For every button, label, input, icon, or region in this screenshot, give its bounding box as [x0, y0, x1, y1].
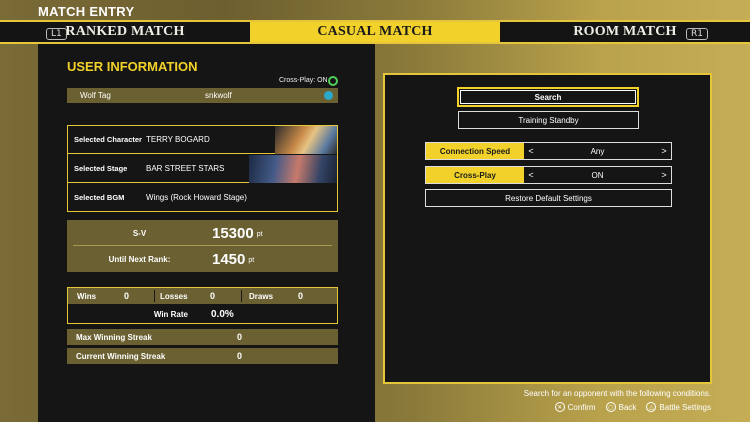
losses-cell: Losses 0 [155, 288, 241, 304]
section-title: USER INFORMATION [67, 59, 198, 74]
next-rank-row: Until Next Rank: 1450 pt [67, 246, 338, 272]
crossplay-option[interactable]: Cross-Play < ON > [425, 166, 672, 184]
back-hint[interactable]: ○ Back [605, 402, 637, 412]
cross-button-icon: ✕ [554, 402, 565, 412]
crossplay-option-label: Cross-Play [426, 167, 524, 183]
selected-bgm-value: Wings (Rock Howard Stage) [146, 192, 247, 202]
selected-stage-row: Selected Stage BAR STREET STARS [68, 155, 337, 183]
selection-box: Selected Character TERRY BOGARD Selected… [67, 125, 338, 212]
arrow-right-icon[interactable]: > [657, 146, 671, 156]
max-streak-value: 0 [237, 332, 243, 342]
battle-settings-label: Battle Settings [659, 402, 711, 412]
l1-button-icon[interactable]: L1 [46, 28, 67, 40]
r1-button-icon[interactable]: R1 [686, 28, 708, 40]
sv-value: 15300 [212, 224, 254, 242]
connection-speed-value: Any [590, 146, 605, 156]
wolf-tag-value: snkwolf [205, 91, 232, 100]
draws-label: Draws [249, 291, 274, 301]
connection-speed-label: Connection Speed [426, 143, 524, 159]
wins-value: 0 [124, 291, 130, 301]
selected-stage-value: BAR STREET STARS [146, 164, 225, 173]
record-box: Wins 0 Losses 0 Draws 0 Win Rate 0.0% [67, 287, 338, 324]
current-winning-streak-row: Current Winning Streak 0 [67, 348, 338, 364]
confirm-label: Confirm [567, 402, 596, 412]
tab-ranked-match[interactable]: RANKED MATCH [0, 22, 250, 42]
win-rate-row: Win Rate 0.0% [68, 305, 337, 323]
connection-speed-option[interactable]: Connection Speed < Any > [425, 142, 672, 160]
triangle-button-icon: △ [646, 402, 657, 412]
window-title: MATCH ENTRY [38, 4, 135, 19]
losses-value: 0 [210, 291, 216, 301]
footer-hints: ✕ Confirm ○ Back △ Battle Settings [554, 402, 711, 412]
selection-label: Selected Stage [74, 164, 128, 173]
wins-label: Wins [77, 291, 97, 301]
arrow-left-icon[interactable]: < [524, 170, 538, 180]
record-row: Wins 0 Losses 0 Draws 0 [68, 288, 337, 304]
sv-box: S-V 15300 pt Until Next Rank: 1450 pt [67, 220, 338, 272]
restore-default-settings-button[interactable]: Restore Default Settings [425, 189, 672, 207]
wins-cell: Wins 0 [68, 288, 154, 304]
next-rank-unit: pt [248, 257, 255, 264]
mode-tabbar: RANKED MATCH CASUAL MATCH ROOM MATCH L1 … [0, 20, 750, 44]
back-label: Back [618, 402, 637, 412]
wolf-tag-label: Wolf Tag [80, 91, 111, 100]
search-button[interactable]: Search [457, 87, 639, 107]
user-information-panel: USER INFORMATION Cross-Play: ON Wolf Tag… [38, 44, 375, 422]
max-streak-label: Max Winning Streak [76, 332, 152, 342]
sv-unit: pt [256, 231, 263, 238]
selection-label: Selected BGM [74, 192, 125, 202]
training-standby-button[interactable]: Training Standby [458, 111, 639, 129]
battle-settings-hint[interactable]: △ Battle Settings [646, 402, 711, 412]
tab-room-match[interactable]: ROOM MATCH [500, 22, 750, 42]
circle-button-icon: ○ [605, 402, 616, 412]
win-rate-label: Win Rate [153, 309, 188, 319]
confirm-hint[interactable]: ✕ Confirm [554, 402, 596, 412]
losses-label: Losses [160, 291, 188, 301]
current-streak-value: 0 [237, 351, 243, 361]
crossplay-status: Cross-Play: ON [279, 77, 328, 84]
max-winning-streak-row: Max Winning Streak 0 [67, 329, 338, 345]
character-portrait [275, 126, 337, 154]
win-rate-value: 0.0% [211, 308, 234, 320]
crossplay-option-value: ON [591, 170, 604, 180]
draws-cell: Draws 0 [242, 288, 336, 304]
selected-bgm-row: Selected BGM Wings (Rock Howard Stage) [68, 183, 337, 211]
footer-description: Search for an opponent with the followin… [523, 389, 711, 398]
selection-label: Selected Character [74, 135, 142, 144]
stage-thumbnail [249, 155, 337, 183]
next-rank-value: 1450 [212, 250, 246, 268]
current-streak-label: Current Winning Streak [76, 351, 166, 361]
selected-character-value: TERRY BOGARD [146, 135, 210, 144]
wolf-tag-row: Wolf Tag snkwolf [67, 88, 338, 103]
next-rank-label: Until Next Rank: [108, 254, 171, 264]
selected-character-row: Selected Character TERRY BOGARD [68, 126, 337, 154]
draws-value: 0 [298, 291, 304, 301]
arrow-right-icon[interactable]: > [657, 170, 671, 180]
sv-label: S-V [132, 228, 147, 238]
profile-icon [324, 91, 333, 100]
arrow-left-icon[interactable]: < [524, 146, 538, 156]
sv-row: S-V 15300 pt [67, 220, 338, 246]
search-conditions-panel: Search Training Standby Connection Speed… [383, 73, 712, 384]
crossplay-online-icon [328, 76, 338, 86]
tab-casual-match[interactable]: CASUAL MATCH [250, 22, 500, 42]
